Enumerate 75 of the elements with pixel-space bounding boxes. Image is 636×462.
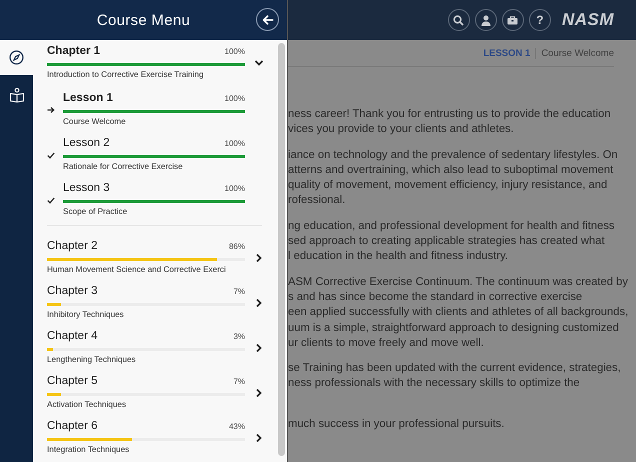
- lesson-item[interactable]: Lesson 1 100% Course Welcome: [47, 87, 262, 132]
- lesson-title: Lesson 2: [63, 137, 110, 149]
- chapter-item[interactable]: Chapter 4 3% Lengthening Techniques: [47, 325, 278, 370]
- user-button[interactable]: [474, 9, 497, 31]
- chapter-subtitle: Activation Techniques: [47, 399, 128, 411]
- text-line: much success in your professional pursuits.: [288, 416, 506, 432]
- chapter-subtitle: Human Movement Science and Corrective Exerci: [47, 264, 227, 276]
- text-line: rofessional.: [288, 193, 346, 208]
- chapter-title: Chapter 2: [47, 240, 98, 252]
- chapter-title: Chapter 4: [47, 330, 98, 342]
- percent-label: 100%: [224, 139, 245, 148]
- lesson-title: Lesson 1: [63, 92, 113, 104]
- chevron-right-icon: [254, 433, 264, 443]
- percent-label: 86%: [228, 242, 245, 251]
- drawer-title: Course Menu: [96, 12, 190, 28]
- toolbox-icon: [507, 16, 518, 24]
- text-line: s and has since become the standard in corrective exercise: [288, 290, 584, 305]
- compass-icon: [9, 50, 24, 65]
- chapter-item[interactable]: Chapter 3 7% Inhibitory Techniques: [47, 280, 278, 325]
- text-line: atterns and overtraining, which also lead to suboptimal movement: [288, 162, 614, 178]
- chapter-item[interactable]: Chapter 5 7% Activation Techniques: [47, 370, 278, 415]
- chapter-subtitle: Inhibitory Techniques: [47, 309, 125, 321]
- text-line: quality of movement, movement efficiency, injury resistance, and: [288, 178, 608, 194]
- text-line: ng education, and professional development for health and fitness: [288, 218, 616, 234]
- chapter-subtitle: Introduction to Corrective Exercise Training: [47, 69, 205, 81]
- text-line: l education in the health and fitness industry.: [288, 249, 509, 264]
- lesson-subtitle: Scope of Practice: [63, 206, 128, 218]
- lesson-subtitle: Rationale for Corrective Exercise: [63, 161, 184, 173]
- chevron-down-icon: [254, 58, 264, 68]
- scrollbar-thumb[interactable]: [278, 43, 285, 456]
- search-button[interactable]: [448, 9, 470, 31]
- lesson-item[interactable]: Lesson 3 100% Scope of Practice: [47, 177, 262, 222]
- chapter-title: Chapter 1: [47, 45, 100, 57]
- lesson-name: Course Welcome: [540, 48, 614, 59]
- chapter-title: Chapter 6: [47, 420, 98, 432]
- chapter-title: Chapter 3: [47, 285, 98, 297]
- text-line: ASM Corrective Exercise Continuum. The continuum was created by: [288, 274, 629, 290]
- percent-label: 100%: [224, 94, 245, 103]
- chevron-right-icon: [254, 388, 264, 398]
- lesson-label: LESSON 1: [483, 48, 536, 59]
- chapter-item[interactable]: Chapter 1 100% Introduction to Corrective Exercise Training: [47, 40, 278, 83]
- lesson-item[interactable]: Lesson 2 100% Rationale for Corrective Exercise: [47, 132, 262, 177]
- chapter-item[interactable]: Chapter 2 86% Human Movement Science and Corrective Exerci: [47, 235, 278, 280]
- text-line: een applied successfully with clients and athletes of all backgrounds,: [288, 305, 630, 320]
- search-icon: [453, 14, 464, 26]
- percent-label: 3%: [233, 332, 245, 341]
- percent-label: 7%: [233, 287, 245, 296]
- text-line: ness professionals with the necessary skills to optimize the: [288, 376, 581, 392]
- percent-label: 7%: [233, 377, 245, 386]
- chapter-item[interactable]: Chapter 6 43% Integration Techniques: [47, 415, 278, 460]
- chapter-title: Chapter 5: [47, 375, 98, 387]
- chapter-subtitle: Integration Techniques: [47, 444, 130, 456]
- percent-label: 100%: [224, 47, 245, 56]
- text-line: iance on technology and the prevalence of sedentary lifestyles. On: [288, 148, 619, 163]
- user-icon: [480, 14, 491, 26]
- text-line: sed approach to creating applicable strategies has created what: [288, 234, 606, 250]
- book-icon: [8, 86, 24, 102]
- chapter-subtitle: Lengthening Techniques: [47, 354, 137, 366]
- text-line: ness career! Thank you for entrusting us to provide the education: [288, 107, 612, 122]
- percent-label: 100%: [224, 184, 245, 193]
- back-button[interactable]: [256, 8, 279, 31]
- text-line: uum is a simple, straightforward approach to designing customized: [288, 320, 620, 336]
- text-line: ur clients to move freely and move well.: [288, 336, 485, 351]
- chevron-right-icon: [254, 343, 264, 353]
- lesson-title: Lesson 3: [63, 182, 110, 194]
- logo: NASM: [562, 10, 614, 30]
- text-line: vices you provide to your clients and athletes.: [288, 122, 515, 138]
- chevron-right-icon: [254, 298, 264, 308]
- chevron-right-icon: [254, 253, 264, 263]
- toolbox-button[interactable]: [502, 9, 524, 31]
- lesson-subtitle: Course Welcome: [63, 116, 127, 128]
- text-line: se Training has been updated with the current evidence, strategies,: [288, 361, 622, 376]
- arrow-left-icon: [262, 14, 274, 26]
- help-button[interactable]: ?: [528, 9, 551, 31]
- percent-label: 43%: [228, 422, 245, 431]
